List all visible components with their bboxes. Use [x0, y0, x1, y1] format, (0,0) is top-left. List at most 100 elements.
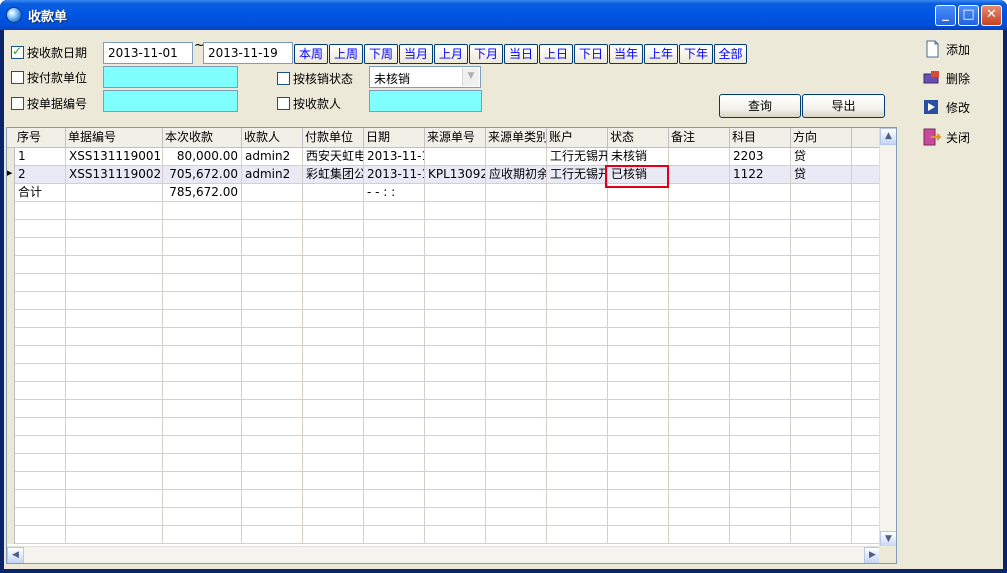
table-cell[interactable]: [608, 238, 669, 256]
table-cell[interactable]: - - : :: [364, 184, 425, 202]
quick-date-button[interactable]: 下年: [679, 44, 713, 64]
quick-date-button[interactable]: 当日: [504, 44, 538, 64]
table-cell[interactable]: [66, 346, 163, 364]
table-cell[interactable]: [66, 256, 163, 274]
table-cell[interactable]: [163, 436, 242, 454]
table-cell[interactable]: [242, 274, 303, 292]
empty-row[interactable]: [7, 454, 881, 472]
payer-input[interactable]: [103, 66, 238, 88]
table-cell[interactable]: [303, 508, 364, 526]
table-cell[interactable]: [852, 490, 881, 508]
table-cell[interactable]: [547, 454, 608, 472]
table-cell[interactable]: [364, 382, 425, 400]
table-cell[interactable]: [242, 436, 303, 454]
docno-filter-checkbox[interactable]: 按单据编号: [11, 95, 87, 111]
table-cell[interactable]: [791, 526, 852, 544]
table-cell[interactable]: [852, 364, 881, 382]
table-cell[interactable]: [547, 382, 608, 400]
table-cell[interactable]: [791, 364, 852, 382]
column-header[interactable]: 来源单类别: [486, 128, 547, 148]
table-cell[interactable]: admin2: [242, 148, 303, 166]
table-cell[interactable]: [791, 256, 852, 274]
quick-date-button[interactable]: 本周: [294, 44, 328, 64]
table-cell[interactable]: [486, 292, 547, 310]
table-cell[interactable]: [66, 490, 163, 508]
checkbox-box[interactable]: [11, 44, 24, 59]
table-cell[interactable]: [730, 364, 791, 382]
table-cell[interactable]: [364, 220, 425, 238]
table-cell[interactable]: [669, 364, 730, 382]
table-cell[interactable]: [730, 382, 791, 400]
column-header[interactable]: 状态: [608, 128, 669, 148]
table-cell[interactable]: [303, 382, 364, 400]
table-cell[interactable]: 合计: [15, 184, 66, 202]
table-cell[interactable]: [791, 310, 852, 328]
table-row[interactable]: 合计 785,672.00 - - : :: [7, 184, 881, 202]
table-cell[interactable]: 彩虹集团公: [303, 166, 364, 184]
table-cell[interactable]: XSS131119002: [66, 166, 163, 184]
table-cell[interactable]: [608, 382, 669, 400]
table-cell[interactable]: [66, 202, 163, 220]
receipt-grid[interactable]: 序号 单据编号 本次收款 收款人 付款单位 日期 来源单号 来源单类别 账户 状态 备注 科目 方向 1…: [6, 127, 897, 564]
horizontal-scrollbar[interactable]: ◀ ▶: [7, 546, 881, 563]
table-cell[interactable]: [425, 274, 486, 292]
table-cell[interactable]: [15, 364, 66, 382]
table-cell[interactable]: [163, 346, 242, 364]
table-cell[interactable]: [242, 454, 303, 472]
table-cell[interactable]: [364, 256, 425, 274]
table-cell[interactable]: [163, 220, 242, 238]
table-cell[interactable]: [425, 472, 486, 490]
table-cell[interactable]: [730, 256, 791, 274]
table-cell[interactable]: [66, 220, 163, 238]
close-window-button[interactable]: ✕: [981, 5, 1002, 26]
table-cell[interactable]: 贷: [791, 166, 852, 184]
scroll-up-arrow-icon[interactable]: ▲: [880, 128, 896, 145]
table-cell[interactable]: [486, 346, 547, 364]
table-cell[interactable]: 1: [15, 148, 66, 166]
table-cell[interactable]: [242, 472, 303, 490]
table-cell[interactable]: [791, 238, 852, 256]
table-cell[interactable]: [364, 508, 425, 526]
quick-date-button[interactable]: 当年: [609, 44, 643, 64]
quick-date-button[interactable]: 上日: [539, 44, 573, 64]
table-cell[interactable]: 未核销: [608, 148, 669, 166]
table-cell[interactable]: [425, 382, 486, 400]
empty-row[interactable]: [7, 220, 881, 238]
table-cell[interactable]: [730, 238, 791, 256]
table-cell[interactable]: [486, 148, 547, 166]
table-cell[interactable]: [730, 220, 791, 238]
table-cell[interactable]: [303, 346, 364, 364]
table-cell[interactable]: [425, 310, 486, 328]
export-button[interactable]: 导出: [802, 94, 885, 118]
table-cell[interactable]: 80,000.00: [163, 148, 242, 166]
table-cell[interactable]: [425, 256, 486, 274]
table-cell[interactable]: [547, 508, 608, 526]
column-header[interactable]: 收款人: [242, 128, 303, 148]
table-cell[interactable]: [163, 310, 242, 328]
table-cell[interactable]: [852, 256, 881, 274]
column-header[interactable]: 来源单号: [425, 128, 486, 148]
table-cell[interactable]: KPL13092: [425, 166, 486, 184]
title-bar[interactable]: 收款单 _ □ ✕: [0, 0, 1007, 30]
table-cell[interactable]: [852, 346, 881, 364]
table-cell[interactable]: [425, 418, 486, 436]
table-cell[interactable]: [66, 418, 163, 436]
table-cell[interactable]: [852, 418, 881, 436]
table-cell[interactable]: [303, 364, 364, 382]
table-cell[interactable]: [608, 364, 669, 382]
table-cell[interactable]: [486, 274, 547, 292]
table-cell[interactable]: [15, 418, 66, 436]
table-cell[interactable]: [486, 400, 547, 418]
maximize-button[interactable]: □: [958, 5, 979, 26]
quick-date-button[interactable]: 上月: [434, 44, 468, 64]
query-button[interactable]: 查询: [719, 94, 801, 118]
table-cell[interactable]: [364, 472, 425, 490]
table-cell[interactable]: [608, 292, 669, 310]
table-cell[interactable]: [303, 256, 364, 274]
table-cell[interactable]: [669, 400, 730, 418]
table-cell[interactable]: [486, 310, 547, 328]
table-cell[interactable]: [730, 436, 791, 454]
table-cell[interactable]: [364, 238, 425, 256]
table-cell[interactable]: [791, 508, 852, 526]
table-cell[interactable]: [66, 400, 163, 418]
